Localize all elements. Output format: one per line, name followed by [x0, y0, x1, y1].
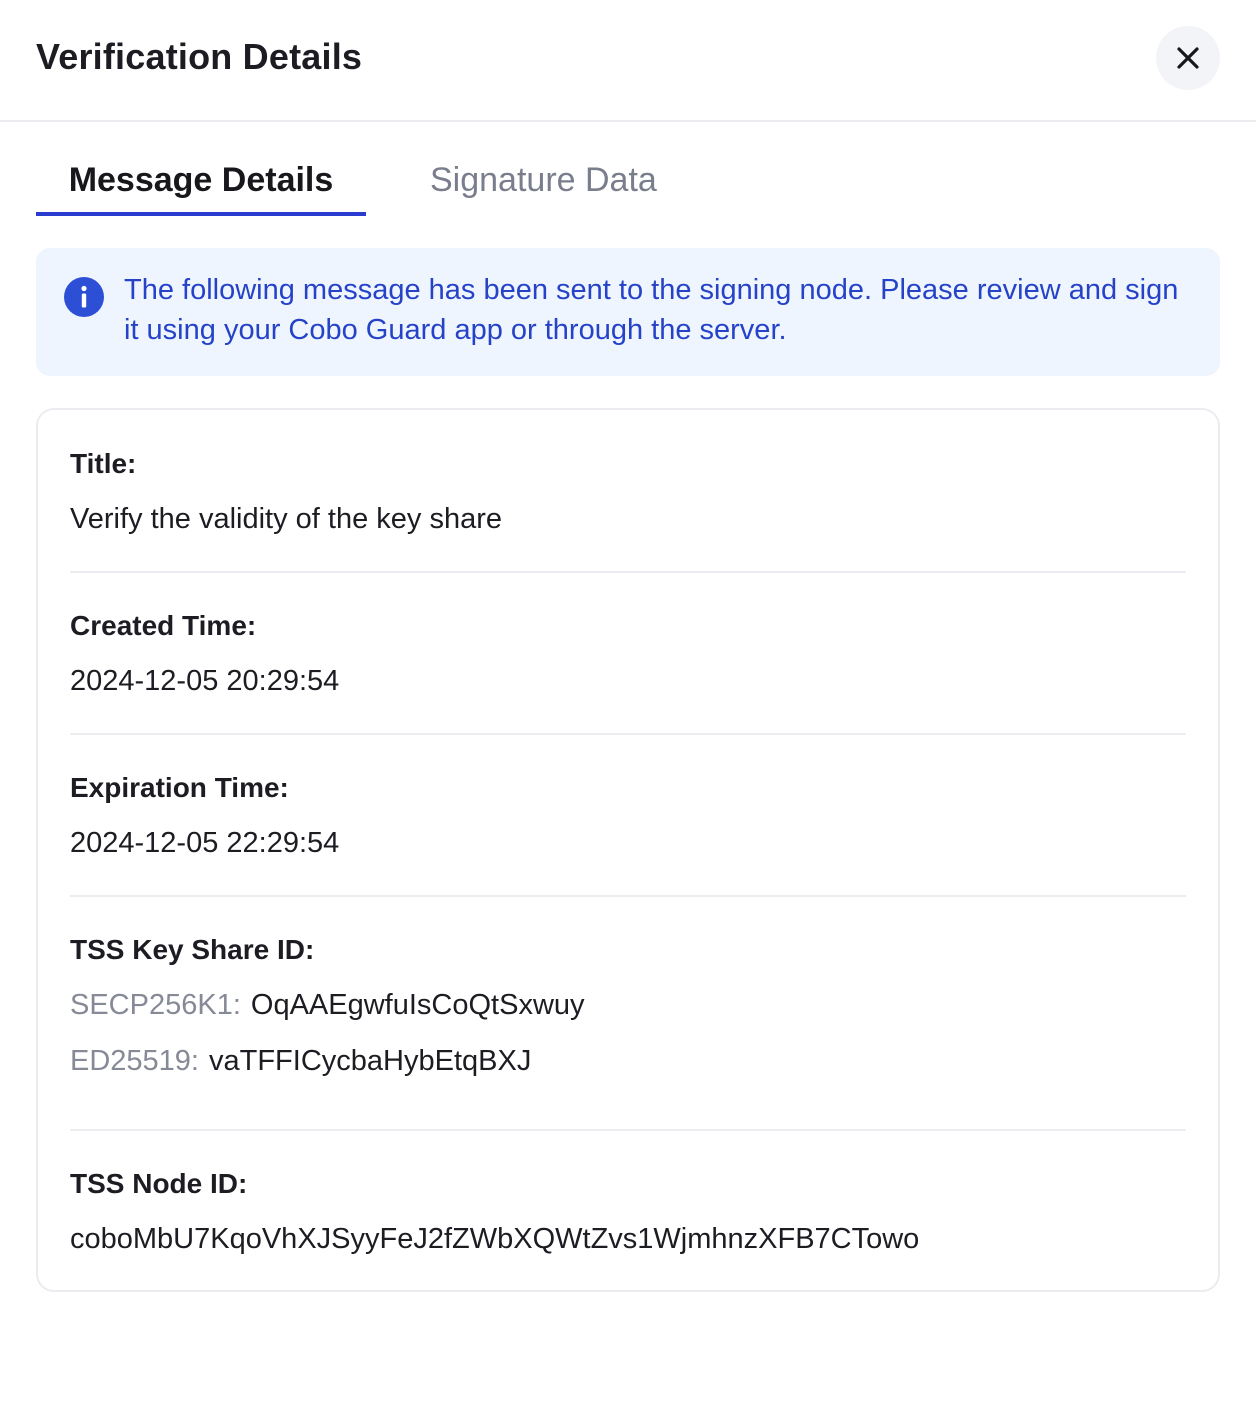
node-id-value: coboMbU7KqoVhXJSyyFeJ2fZWbXQWtZvs1Wjmhnz… [70, 1223, 920, 1255]
key-share-label: TSS Key Share ID: [70, 934, 315, 965]
title-label: Title: [70, 448, 137, 479]
key-share-id: vaTFFICycbaHybEtqBXJ [209, 1045, 532, 1077]
divider [70, 1129, 1186, 1131]
info-icon [64, 277, 104, 317]
tab-bar: Message Details Signature Data [36, 150, 736, 216]
divider [70, 571, 1186, 573]
key-share-id: OqAAEgwfuIsCoQtSxwuy [250, 989, 585, 1021]
close-icon [1177, 47, 1199, 69]
dialog-title: Verification Details [36, 36, 363, 77]
key-share-row: SECP256K1: OqAAEgwfuIsCoQtSxwuy [70, 986, 585, 1024]
key-share-curve: SECP256K1: [70, 989, 241, 1021]
tab-message-details-label: Message Details [68, 161, 334, 199]
tab-signature-data[interactable]: Signature Data [430, 150, 657, 216]
active-tab-indicator [36, 212, 366, 216]
message-details-card: Title: Verify the validity of the key sh… [36, 408, 1220, 1292]
created-time-label: Created Time: [70, 610, 257, 641]
info-banner: The following message has been sent to t… [36, 248, 1220, 376]
close-button[interactable] [1156, 26, 1220, 90]
key-share-curve: ED25519: [70, 1045, 199, 1077]
expiration-time-label: Expiration Time: [70, 772, 289, 803]
tab-message-details[interactable]: Message Details [36, 150, 366, 216]
info-message: The following message has been sent to t… [124, 274, 1179, 346]
title-value: Verify the validity of the key share [70, 503, 502, 535]
created-time-value: 2024-12-05 20:29:54 [70, 665, 340, 697]
dialog-header: Verification Details [0, 0, 1256, 122]
divider [70, 733, 1186, 735]
divider [70, 895, 1186, 897]
key-share-row: ED25519: vaTFFICycbaHybEtqBXJ [70, 1042, 531, 1080]
tab-signature-data-label: Signature Data [430, 161, 657, 199]
node-id-label: TSS Node ID: [70, 1168, 248, 1199]
expiration-time-value: 2024-12-05 22:29:54 [70, 827, 340, 859]
